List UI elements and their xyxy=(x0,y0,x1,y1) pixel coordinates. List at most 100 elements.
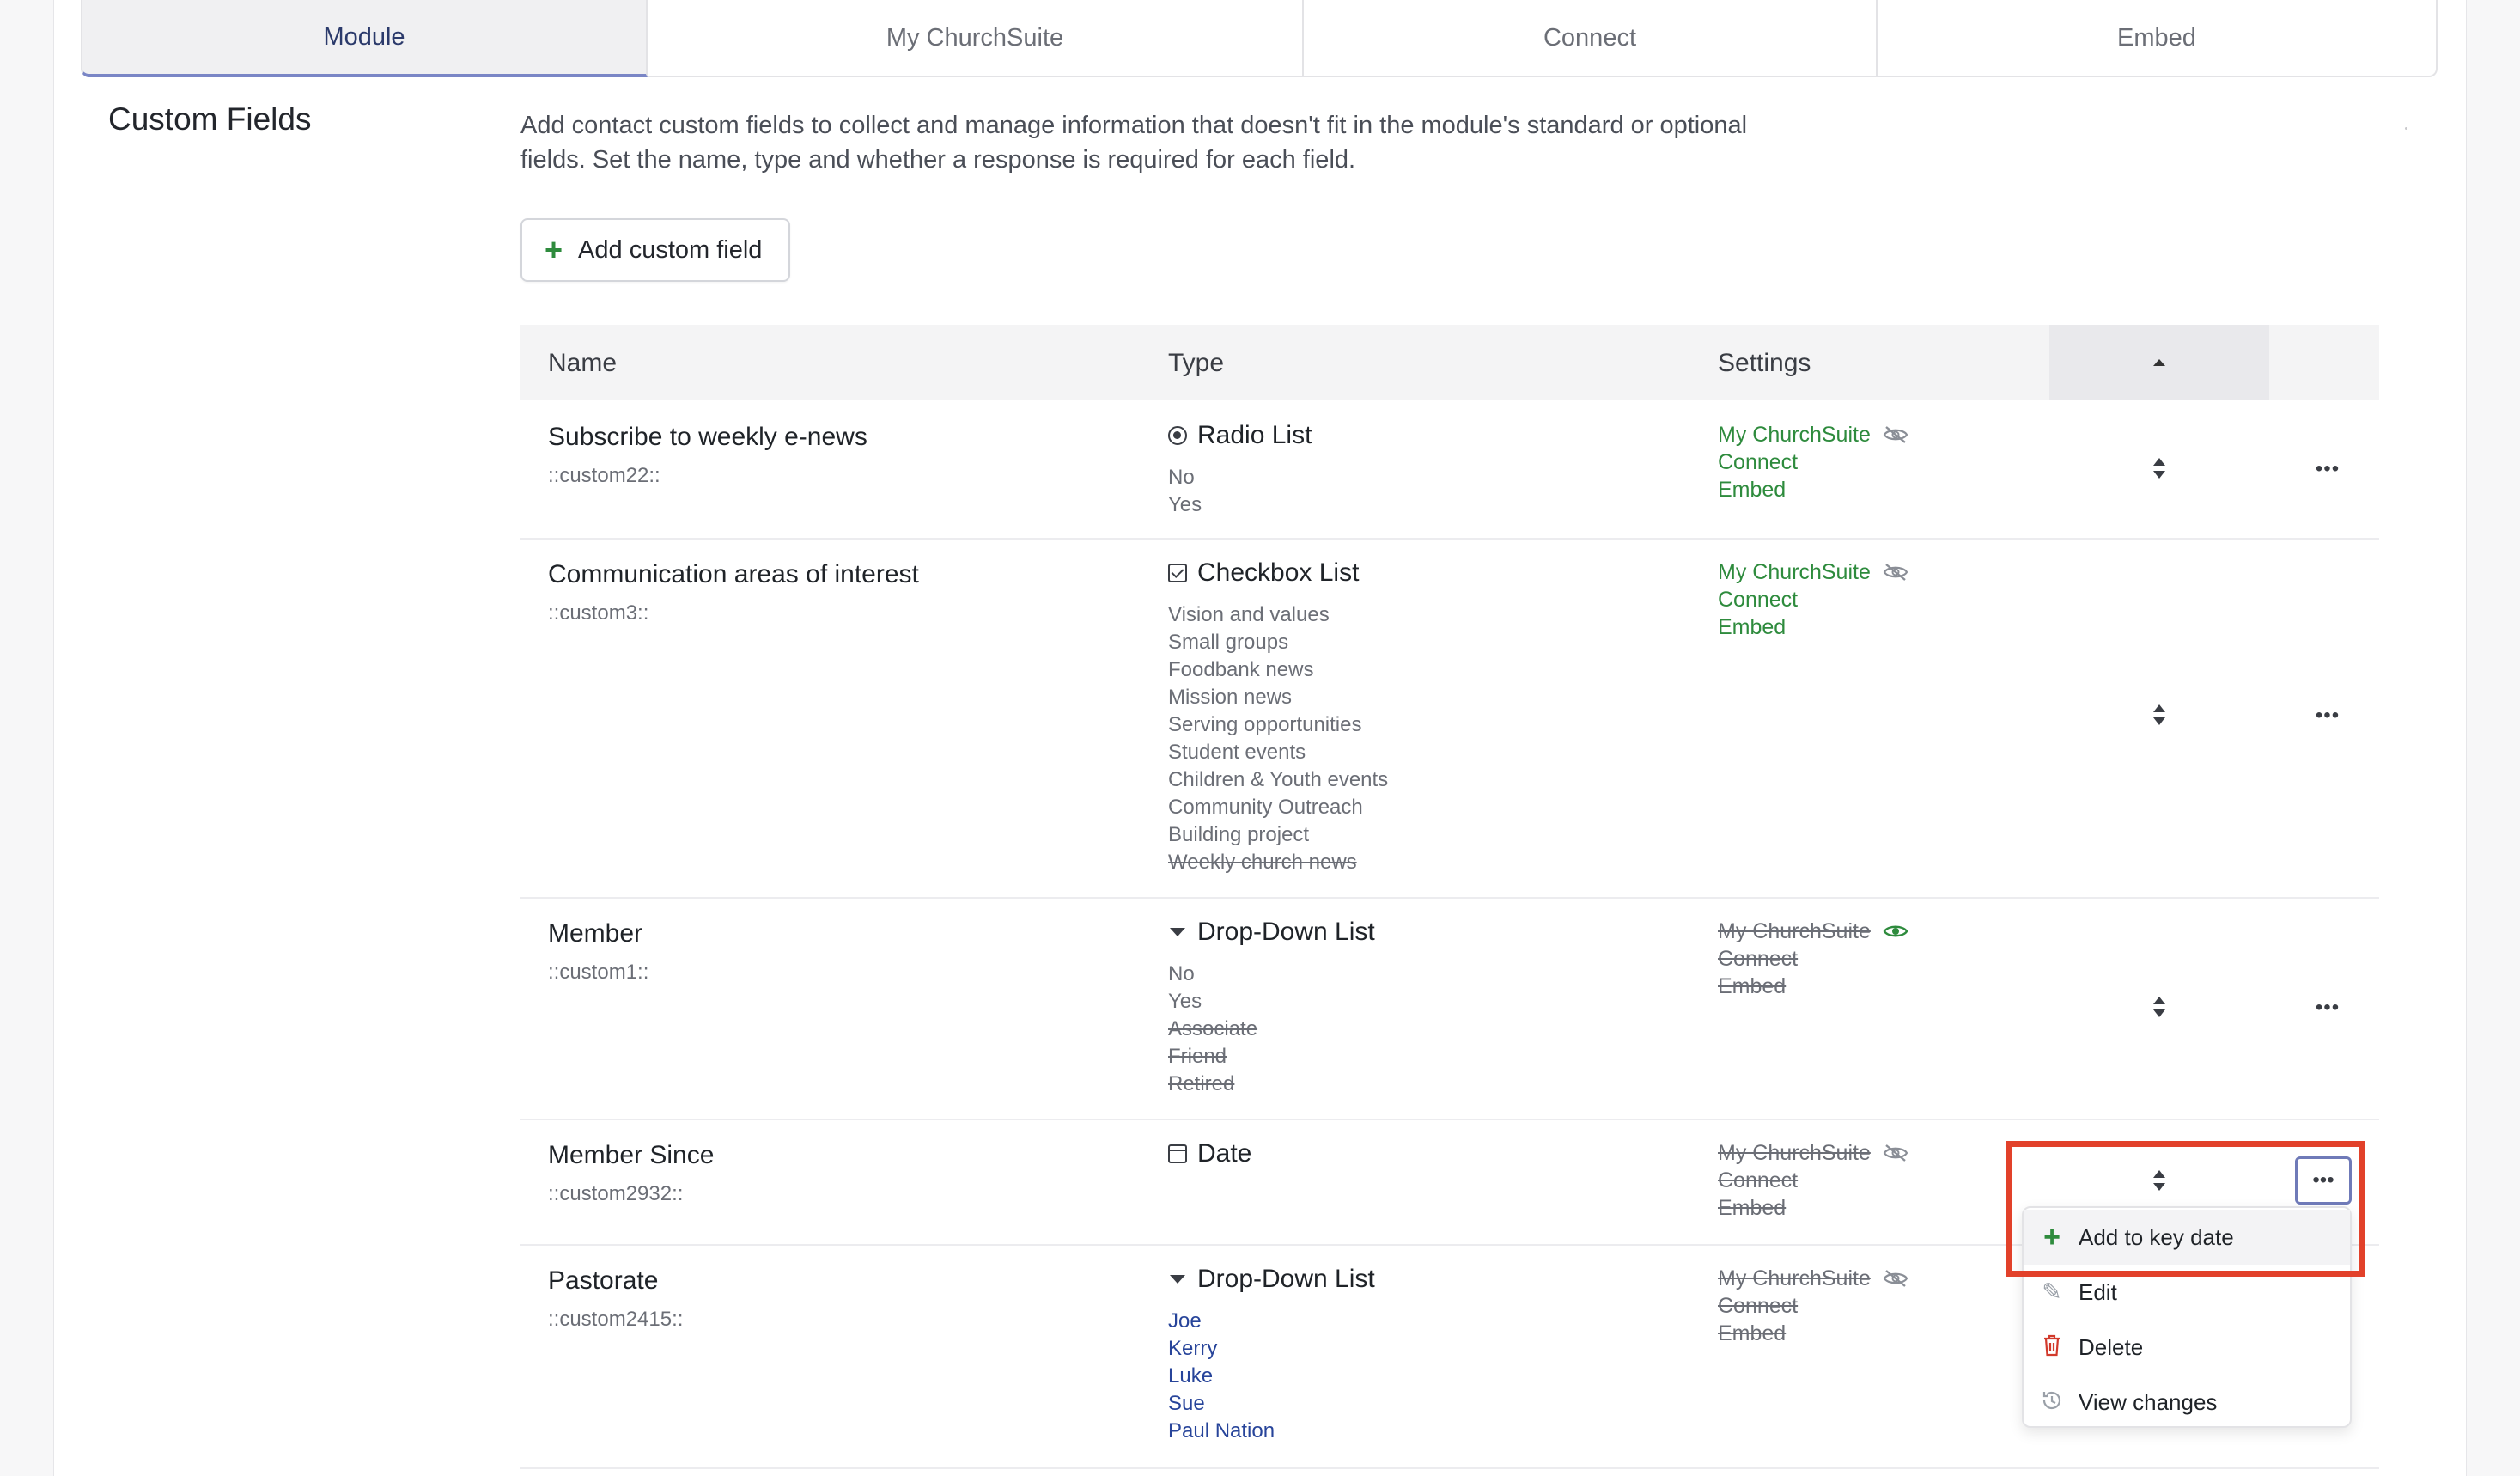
field-name: Subscribe to weekly e-news xyxy=(548,423,867,451)
radio-icon xyxy=(1168,426,1187,445)
field-code: ::custom22:: xyxy=(548,464,660,487)
field-options: Joe Kerry Luke Sue Paul Nation xyxy=(1168,1308,1275,1445)
table-header: Name Type Settings xyxy=(520,325,2379,400)
option-item: Kerry xyxy=(1168,1337,1218,1360)
tab-my-churchsuite[interactable]: My ChurchSuite xyxy=(648,0,1304,77)
add-custom-field-button[interactable]: + Add custom field xyxy=(520,218,790,282)
field-options: No Yes xyxy=(1168,464,1202,519)
option-item: Associate xyxy=(1168,1017,1258,1040)
field-name: Pastorate xyxy=(548,1266,659,1295)
sort-handle[interactable] xyxy=(2151,994,2168,1024)
setting-my-churchsuite: My ChurchSuite xyxy=(1718,1141,1871,1165)
field-type-label: Drop-Down List xyxy=(1197,918,1375,946)
option-item: Paul Nation xyxy=(1168,1419,1275,1442)
option-item: Friend xyxy=(1168,1045,1227,1068)
eye-icon xyxy=(1883,925,1908,937)
header-settings: Settings xyxy=(1718,349,1811,377)
setting-connect: Connect xyxy=(1718,1168,1799,1192)
header-name: Name xyxy=(548,349,618,377)
eye-slash-icon xyxy=(1883,1270,1908,1287)
plus-icon: + xyxy=(545,232,563,267)
sort-updown-icon xyxy=(2153,997,2165,1017)
caret-down-icon xyxy=(1170,928,1185,936)
field-type: Radio List xyxy=(1168,421,1312,450)
pencil-icon: ✎ xyxy=(2042,1278,2062,1305)
tab-connect[interactable]: Connect xyxy=(1304,0,1878,77)
sort-updown-icon xyxy=(2153,704,2165,725)
setting-embed: Embed xyxy=(1718,1321,1787,1345)
sort-updown-icon xyxy=(2153,458,2165,479)
field-settings: My ChurchSuite Connect Embed xyxy=(1718,421,1908,503)
menu-item-label: View changes xyxy=(2079,1388,2218,1415)
field-options: Vision and values Small groups Foodbank ne… xyxy=(1168,601,1388,876)
option-item: No xyxy=(1168,466,1195,489)
field-name: Communication areas of interest xyxy=(548,560,919,589)
calendar-icon xyxy=(1168,1144,1187,1163)
caret-down-icon xyxy=(1170,1275,1185,1284)
field-settings: My ChurchSuite Connect Embed xyxy=(1718,558,1908,641)
sort-handle[interactable] xyxy=(2151,455,2168,485)
eye-slash-icon xyxy=(1883,564,1908,581)
setting-embed: Embed xyxy=(1718,1196,1787,1220)
option-item: Mission news xyxy=(1168,686,1293,709)
sort-column-header[interactable] xyxy=(2049,325,2269,400)
option-item: Foodbank news xyxy=(1168,658,1314,681)
setting-my-churchsuite: My ChurchSuite xyxy=(1718,560,1871,584)
row-actions-button[interactable]: ••• xyxy=(2312,704,2343,727)
tab-embed[interactable]: Embed xyxy=(1878,0,2438,77)
option-item: Retired xyxy=(1168,1072,1235,1095)
sort-ascending-icon xyxy=(2153,359,2165,366)
setting-connect: Connect xyxy=(1718,588,1799,612)
row-actions-button[interactable]: ••• xyxy=(2312,457,2343,480)
field-type: Drop-Down List xyxy=(1168,1265,1375,1294)
setting-my-churchsuite: My ChurchSuite xyxy=(1718,1266,1871,1290)
field-type: Drop-Down List xyxy=(1168,918,1375,947)
custom-fields-table: Name Type Settings Subscribe to weekly e… xyxy=(520,325,2379,1469)
checkbox-icon xyxy=(1168,564,1187,582)
section-description: Add contact custom fields to collect and… xyxy=(520,112,1748,174)
option-item: Building project xyxy=(1168,823,1310,846)
table-row: Subscribe to weekly e-news::custom22:: Ra… xyxy=(520,400,2379,540)
setting-embed: Embed xyxy=(1718,974,1787,998)
field-code: ::custom2932:: xyxy=(548,1182,684,1205)
option-item: Small groups xyxy=(1168,631,1289,654)
field-settings: My ChurchSuite Connect Embed xyxy=(1718,1265,1908,1347)
field-code: ::custom3:: xyxy=(548,601,649,625)
decorative-dot xyxy=(2405,127,2407,130)
option-item: Weekly church news xyxy=(1168,851,1357,874)
option-item: Serving opportunities xyxy=(1168,713,1362,736)
option-item: Community Outreach xyxy=(1168,796,1363,819)
field-type: Date xyxy=(1168,1139,1251,1168)
trash-icon xyxy=(2041,1334,2063,1360)
setting-embed: Embed xyxy=(1718,478,1787,502)
setting-connect: Connect xyxy=(1718,450,1799,474)
field-type-label: Checkbox List xyxy=(1197,558,1360,587)
field-settings: My ChurchSuite Connect Embed xyxy=(1718,1139,1908,1222)
field-type: Checkbox List xyxy=(1168,558,1359,588)
option-item: Children & Youth events xyxy=(1168,768,1389,791)
option-item: Sue xyxy=(1168,1392,1205,1415)
tab-module[interactable]: Module xyxy=(81,0,648,77)
field-settings: My ChurchSuite Connect Embed xyxy=(1718,918,1908,1000)
option-item: Yes xyxy=(1168,493,1202,516)
history-icon xyxy=(2041,1389,2063,1415)
setting-embed: Embed xyxy=(1718,615,1787,639)
sort-handle[interactable] xyxy=(2151,702,2168,732)
menu-item-delete[interactable]: Delete xyxy=(2024,1320,2350,1375)
option-item: Luke xyxy=(1168,1364,1214,1388)
setting-connect: Connect xyxy=(1718,947,1799,971)
menu-item-view-changes[interactable]: View changes xyxy=(2024,1375,2350,1430)
field-code: ::custom1:: xyxy=(548,961,649,984)
field-type-label: Drop-Down List xyxy=(1197,1265,1375,1293)
tab-bar: Module My ChurchSuite Connect Embed xyxy=(81,0,2438,79)
option-item: Vision and values xyxy=(1168,603,1330,626)
option-item: Joe xyxy=(1168,1309,1202,1333)
header-type: Type xyxy=(1168,349,1225,377)
field-options: No Yes Associate Friend Retired xyxy=(1168,961,1257,1098)
field-code: ::custom2415:: xyxy=(548,1308,684,1331)
eye-slash-icon xyxy=(1883,1144,1908,1162)
setting-connect: Connect xyxy=(1718,1294,1799,1318)
row-actions-button[interactable]: ••• xyxy=(2312,996,2343,1019)
option-item: No xyxy=(1168,962,1195,985)
add-custom-field-label: Add custom field xyxy=(578,235,763,264)
